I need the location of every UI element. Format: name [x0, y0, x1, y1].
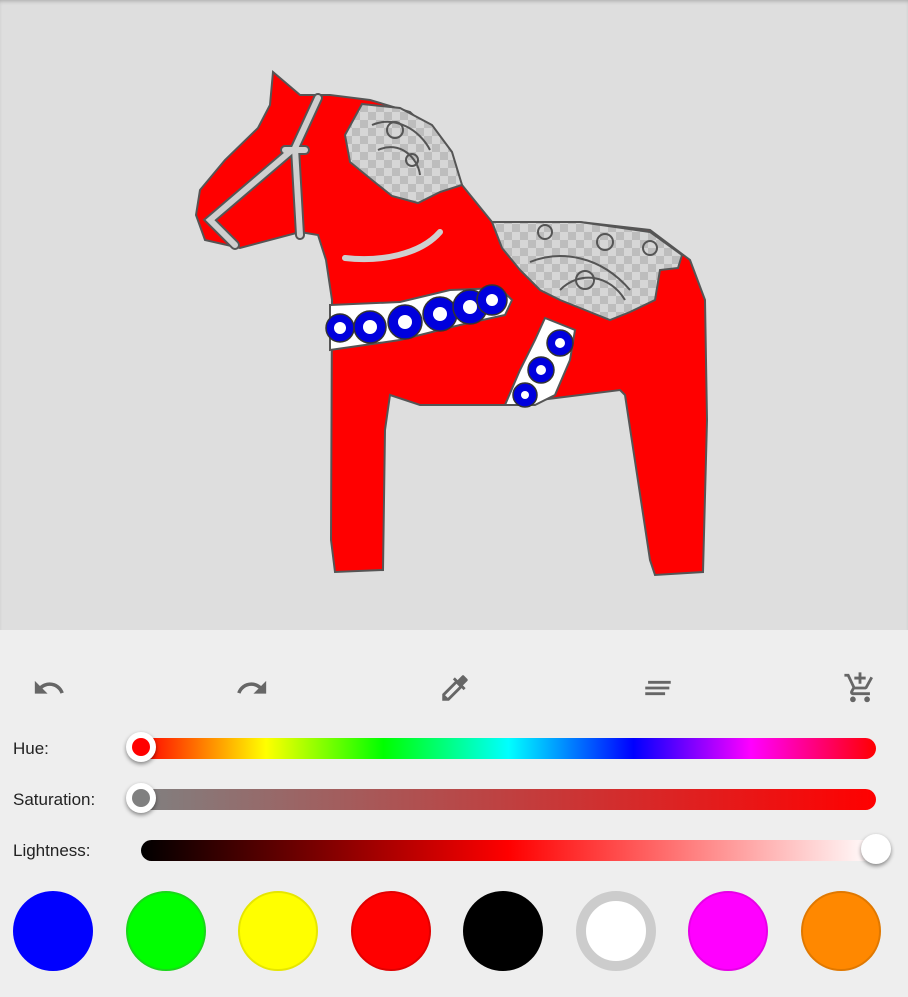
- lightness-label: Lightness:: [13, 841, 91, 860]
- saturation-thumb-dot: [132, 789, 150, 807]
- add-to-cart-button[interactable]: [840, 668, 880, 708]
- hue-slider-row: Hue:: [0, 729, 908, 769]
- color-controls-panel: Hue: Saturation: Lightness:: [0, 630, 908, 997]
- saturation-label: Saturation:: [13, 790, 96, 809]
- saturation-slider-thumb[interactable]: [126, 783, 156, 813]
- swatch-blue[interactable]: [13, 891, 93, 971]
- saturation-slider-row: Saturation:: [0, 780, 908, 820]
- swatch-green[interactable]: [126, 891, 206, 971]
- swatch-red[interactable]: [351, 891, 431, 971]
- lightness-slider-row: Lightness:: [0, 831, 908, 871]
- undo-button[interactable]: [29, 668, 69, 708]
- undo-icon: [34, 680, 64, 694]
- swatch-white[interactable]: [576, 891, 656, 971]
- redo-icon: [237, 680, 267, 694]
- hue-label: Hue:: [13, 739, 49, 758]
- menu-button[interactable]: [638, 668, 678, 708]
- swatch-black[interactable]: [463, 891, 543, 971]
- dala-horse-image[interactable]: [0, 0, 908, 630]
- coloring-canvas[interactable]: [0, 0, 908, 630]
- eyedropper-icon: [442, 675, 468, 701]
- menu-lines-icon: [645, 680, 671, 696]
- hue-slider-thumb[interactable]: [126, 732, 156, 762]
- swatch-magenta[interactable]: [688, 891, 768, 971]
- add-shopping-cart-icon: [844, 672, 873, 703]
- lightness-slider-track[interactable]: [141, 840, 876, 861]
- lightness-slider-thumb[interactable]: [861, 834, 891, 864]
- hue-thumb-dot: [132, 738, 150, 756]
- toolbar: [0, 668, 908, 708]
- hue-slider-track[interactable]: [141, 738, 876, 759]
- swatch-orange[interactable]: [801, 891, 881, 971]
- redo-button[interactable]: [232, 668, 272, 708]
- saturation-slider-track[interactable]: [141, 789, 876, 810]
- eyedropper-button[interactable]: [435, 668, 475, 708]
- swatch-yellow[interactable]: [238, 891, 318, 971]
- lightness-thumb-dot: [867, 840, 885, 858]
